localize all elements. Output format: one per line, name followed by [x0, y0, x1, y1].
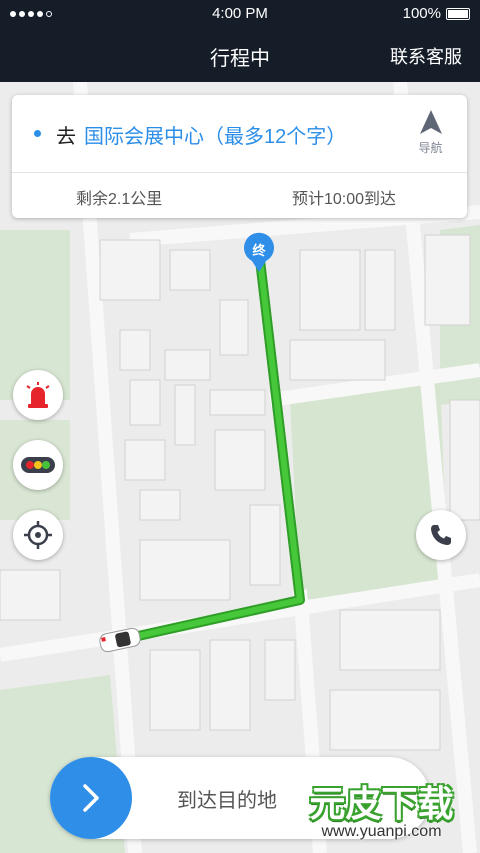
status-bar: 4:00 PM 100% — [0, 0, 480, 28]
traffic-toggle-button[interactable] — [13, 440, 63, 490]
end-marker-label: 终 — [252, 243, 266, 258]
destination-dot — [34, 130, 41, 137]
trip-card: 去 国际会展中心（最多12个字） 导航 剩余2.1公里 预计10:00到达 — [12, 95, 467, 218]
contact-service-button[interactable]: 联系客服 — [390, 43, 462, 69]
phone-icon — [431, 525, 451, 545]
nav-bar: 行程中 联系客服 — [0, 28, 480, 82]
battery-indicator: 100% — [403, 5, 470, 22]
destination-row[interactable]: 去 国际会展中心（最多12个字） 导航 — [12, 95, 467, 172]
top-bar: 4:00 PM 100% 行程中 联系客服 — [0, 0, 480, 82]
battery-percent: 100% — [402, 5, 441, 22]
watermark: 元皮下载 www.yuanpi.com — [283, 775, 480, 853]
alarm-light-icon — [26, 382, 50, 408]
chevron-right-icon — [83, 784, 99, 812]
estimated-arrival: 预计10:00到达 — [292, 191, 397, 208]
traffic-light-icon — [21, 457, 55, 473]
destination-name: 国际会展中心（最多12个字） — [84, 126, 347, 148]
alarm-button[interactable] — [13, 370, 63, 420]
battery-icon — [446, 7, 470, 20]
call-driver-button[interactable] — [416, 510, 466, 560]
navigate-label: 导航 — [418, 141, 443, 155]
destination-prefix: 去 — [56, 126, 76, 148]
divider — [12, 172, 467, 173]
watermark-title: 元皮下载 — [309, 783, 454, 824]
arrive-slide-button[interactable] — [50, 757, 132, 839]
navigate-button[interactable]: 导航 — [408, 109, 453, 159]
locate-icon — [24, 521, 52, 549]
remaining-distance: 剩余2.1公里 — [76, 191, 163, 208]
watermark-url: www.yuanpi.com — [321, 823, 442, 840]
arrive-label: 到达目的地 — [177, 790, 277, 812]
locate-button[interactable] — [13, 510, 63, 560]
location-arrow-icon — [419, 110, 442, 134]
